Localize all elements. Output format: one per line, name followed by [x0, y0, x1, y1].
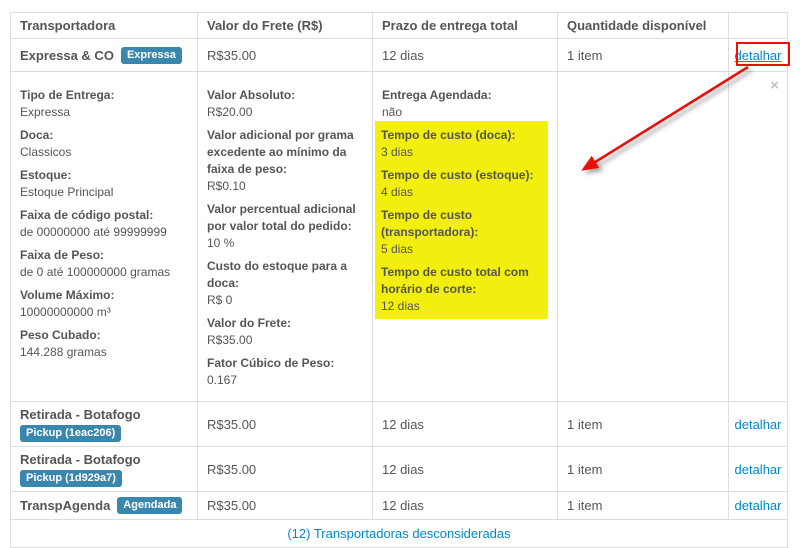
detail-field-valor-adicional-grama: Valor adicional por grama excedente ao m…: [207, 127, 368, 195]
detail-field-entrega-agendada: Entrega Agendada: não: [382, 87, 553, 121]
column-header-transportadora: Transportadora: [11, 13, 197, 38]
detail-field-peso-cubado: Peso Cubado: 144.288 gramas: [20, 327, 193, 361]
shipping-options-table: Transportadora Valor do Frete (R$) Prazo…: [10, 12, 788, 548]
detail-field-faixa-peso: Faixa de Peso: de 0 até 100000000 gramas: [20, 247, 193, 281]
detalhar-link-retirada-2[interactable]: detalhar: [735, 462, 782, 477]
delivery-deadline: 12 dias: [372, 492, 557, 519]
quantity-available: 1 item: [557, 492, 728, 519]
column-header-valor-frete: Valor do Frete (R$): [197, 13, 372, 38]
detail-field-valor-percentual: Valor percentual adicional por valor tot…: [207, 201, 368, 252]
detail-column-empty: [557, 72, 728, 401]
table-row-retirada-2: Retirada - Botafogo Pickup (1d929a7) R$3…: [11, 446, 787, 491]
carrier-badge: Pickup (1eac206): [20, 425, 121, 442]
column-header-actions: [728, 13, 787, 38]
carrier-badge: Pickup (1d929a7): [20, 470, 122, 487]
detail-column-close: ×: [728, 72, 787, 401]
close-icon[interactable]: ×: [770, 79, 779, 93]
carrier-badge: Expressa: [121, 47, 182, 64]
detail-field-tempo-custo-transportadora: Tempo de custo (transportadora): 5 dias: [381, 207, 548, 258]
detail-field-tipo-de-entrega: Tipo de Entrega: Expressa: [20, 87, 193, 121]
detail-column-values: Valor Absoluto: R$20.00 Valor adicional …: [197, 72, 372, 401]
detail-field-tempo-custo-doca: Tempo de custo (doca): 3 dias: [381, 127, 548, 161]
quantity-available: 1 item: [557, 447, 728, 491]
detail-column-delivery: Tipo de Entrega: Expressa Doca: Classico…: [11, 72, 197, 401]
freight-value: R$35.00: [197, 492, 372, 519]
detail-field-tempo-custo-estoque: Tempo de custo (estoque): 4 dias: [381, 167, 548, 201]
disregarded-carriers-link[interactable]: (12) Transportadoras desconsideradas: [287, 526, 510, 541]
carrier-name: Retirada - Botafogo: [20, 407, 141, 422]
table-row-transpagenda: TranspAgenda Agendada R$35.00 12 dias 1 …: [11, 491, 787, 519]
detail-expanded-row: Tipo de Entrega: Expressa Doca: Classico…: [11, 71, 787, 401]
table-footer: (12) Transportadoras desconsideradas: [11, 519, 787, 547]
table-header-row: Transportadora Valor do Frete (R$) Prazo…: [11, 13, 787, 38]
detail-column-times: Entrega Agendada: não Tempo de custo (do…: [372, 72, 557, 401]
detail-field-valor-frete: Valor do Frete: R$35.00: [207, 315, 368, 349]
table-row-expressa-co: Expressa & CO Expressa R$35.00 12 dias 1…: [11, 38, 787, 71]
delivery-deadline: 12 dias: [372, 402, 557, 446]
table-row-retirada-1: Retirada - Botafogo Pickup (1eac206) R$3…: [11, 401, 787, 446]
delivery-deadline: 12 dias: [372, 39, 557, 71]
detail-field-fator-cubico: Fator Cúbico de Peso: 0.167: [207, 355, 368, 389]
carrier-name: Expressa & CO: [20, 48, 114, 63]
carrier-name: Retirada - Botafogo: [20, 452, 141, 467]
carrier-badge: Agendada: [117, 497, 182, 514]
detalhar-link-transpagenda[interactable]: detalhar: [735, 498, 782, 513]
detail-field-estoque: Estoque: Estoque Principal: [20, 167, 193, 201]
detalhar-link-expressa[interactable]: detalhar: [735, 48, 782, 63]
highlighted-cost-times: Tempo de custo (doca): 3 dias Tempo de c…: [375, 121, 548, 319]
detalhar-link-retirada-1[interactable]: detalhar: [735, 417, 782, 432]
carrier-name: TranspAgenda: [20, 498, 110, 513]
quantity-available: 1 item: [557, 402, 728, 446]
freight-value: R$35.00: [197, 447, 372, 491]
detail-field-valor-absoluto: Valor Absoluto: R$20.00: [207, 87, 368, 121]
quantity-available: 1 item: [557, 39, 728, 71]
detail-field-tempo-custo-total: Tempo de custo total com horário de cort…: [381, 264, 548, 315]
freight-value: R$35.00: [197, 39, 372, 71]
detail-field-custo-estoque-doca: Custo do estoque para a doca: R$ 0: [207, 258, 368, 309]
column-header-quantidade: Quantidade disponível: [557, 13, 728, 38]
detail-field-faixa-codigo-postal: Faixa de código postal: de 00000000 até …: [20, 207, 193, 241]
column-header-prazo-entrega: Prazo de entrega total: [372, 13, 557, 38]
freight-value: R$35.00: [197, 402, 372, 446]
detail-field-doca: Doca: Classicos: [20, 127, 193, 161]
detail-field-volume-maximo: Volume Máximo: 10000000000 m³: [20, 287, 193, 321]
delivery-deadline: 12 dias: [372, 447, 557, 491]
